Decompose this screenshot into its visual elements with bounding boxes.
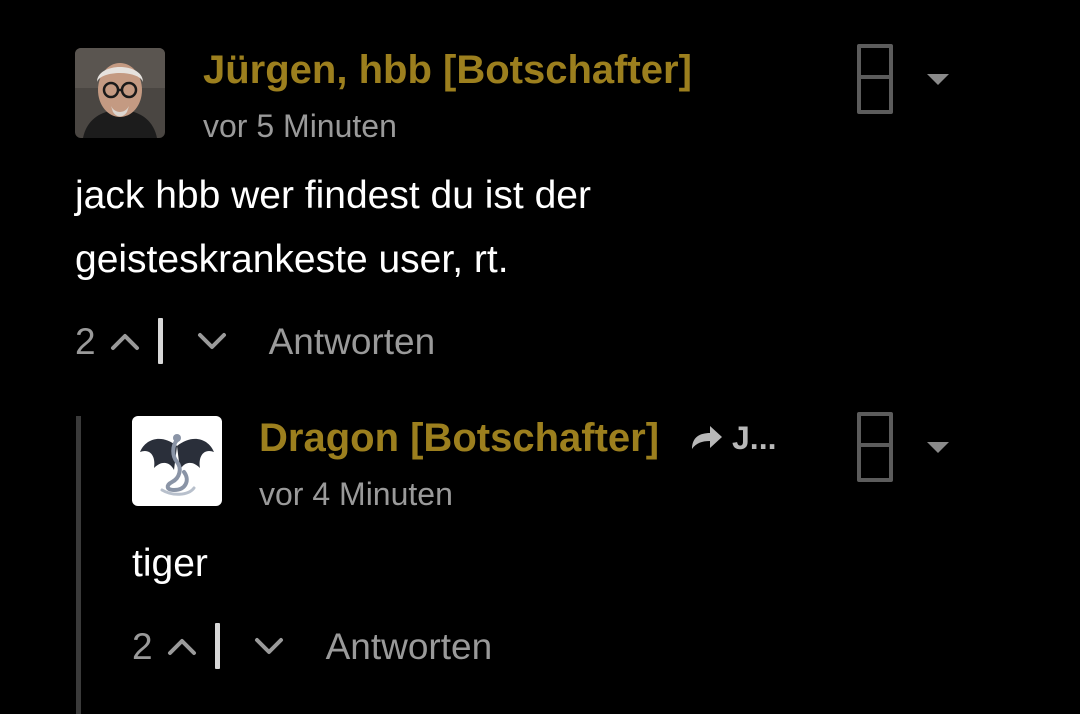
vote-count: 2 <box>75 320 96 362</box>
comment-timestamp: vor 5 Minuten <box>203 108 397 144</box>
vote-divider <box>214 623 220 669</box>
menu-icon[interactable] <box>857 412 893 482</box>
comment-body-line: geisteskrankeste user, rt. <box>75 238 509 281</box>
dragon-avatar-image <box>132 416 222 506</box>
comment-thread: Jürgen, hbb [Botschafter] vor 5 Minuten … <box>0 0 1080 714</box>
avatar-photo <box>75 48 165 138</box>
upvote-icon[interactable] <box>167 636 197 656</box>
upvote-icon[interactable] <box>110 331 140 351</box>
comment-body: tiger <box>132 532 208 596</box>
vote-count: 2 <box>132 625 153 667</box>
vote-divider <box>157 318 163 364</box>
comment-body-line: tiger <box>132 542 208 585</box>
chevron-down-icon[interactable] <box>927 442 949 453</box>
reply-button[interactable]: Antworten <box>269 323 436 360</box>
menu-icon[interactable] <box>857 44 893 114</box>
reply-button[interactable]: Antworten <box>326 628 493 665</box>
thread-line <box>76 416 81 714</box>
avatar[interactable] <box>132 416 222 506</box>
comment-actions: 2 Antworten <box>132 621 492 671</box>
avatar[interactable] <box>75 48 165 138</box>
comment-body-line: jack hbb wer findest du ist der <box>75 174 591 217</box>
comment-body: jack hbb wer findest du ist der geistesk… <box>75 164 591 292</box>
chevron-down-icon[interactable] <box>927 74 949 85</box>
downvote-icon[interactable] <box>197 331 227 351</box>
reply-to-indicator[interactable]: J... <box>688 422 776 454</box>
downvote-icon[interactable] <box>254 636 284 656</box>
reply-arrow-icon <box>692 426 722 449</box>
reply-to-name: J... <box>732 420 777 456</box>
comment-actions: 2 Antworten <box>75 316 435 366</box>
comment-author[interactable]: Jürgen, hbb [Botschafter] <box>203 50 692 90</box>
comment-author[interactable]: Dragon [Botschafter] <box>259 418 659 458</box>
comment-timestamp: vor 4 Minuten <box>259 476 453 512</box>
